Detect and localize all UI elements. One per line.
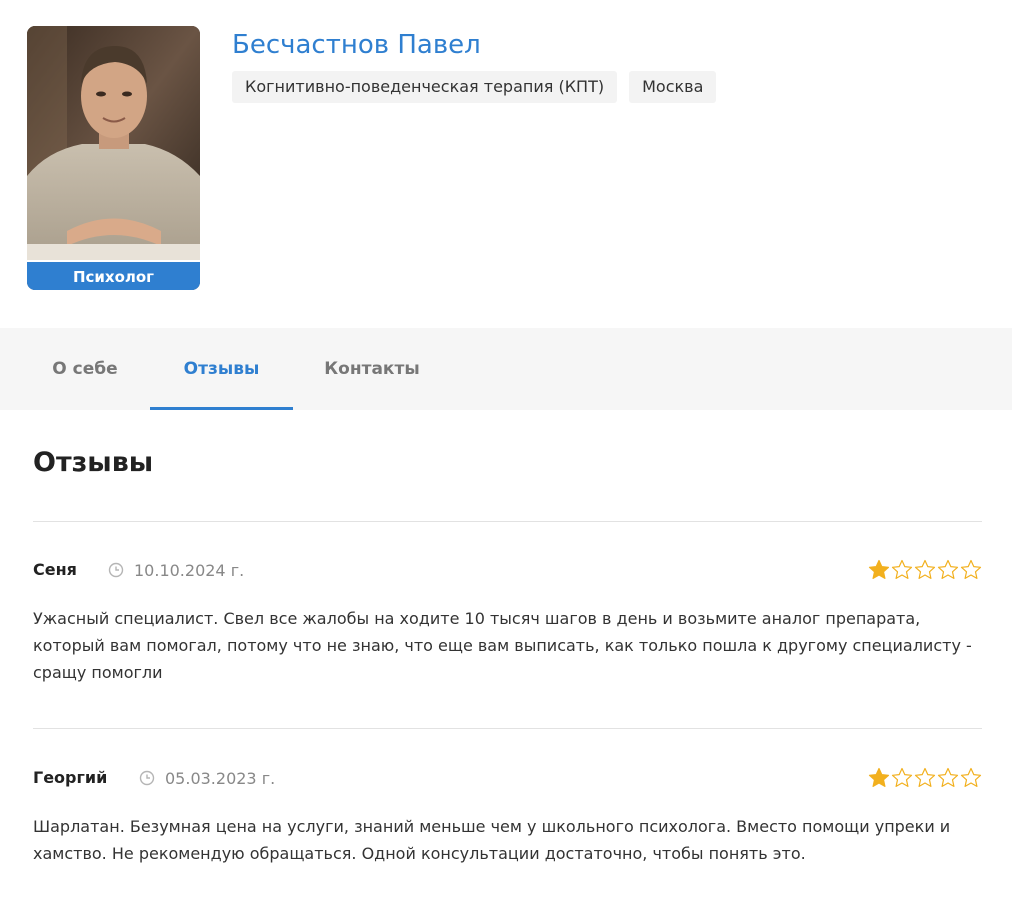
star-empty-icon — [960, 767, 982, 787]
rating-stars — [868, 559, 982, 581]
clock-icon — [108, 562, 124, 578]
profile-tabs: О себе Отзывы Контакты — [0, 328, 1012, 410]
profile-photo — [27, 26, 200, 260]
review-author: Георгий — [33, 768, 108, 787]
star-empty-icon — [891, 767, 913, 787]
tag-city[interactable]: Москва — [629, 71, 717, 103]
rating-stars — [868, 767, 982, 789]
tab-about[interactable]: О себе — [20, 328, 150, 410]
tab-reviews[interactable]: Отзывы — [150, 328, 293, 410]
role-badge: Психолог — [27, 260, 200, 290]
review-date-wrap: 05.03.2023 г. — [139, 763, 275, 793]
review-header: Георгий 05.03.2023 г. — [33, 763, 982, 793]
review-text: Ужасный специалист. Свел все жалобы на х… — [33, 609, 972, 682]
star-empty-icon — [937, 559, 959, 579]
star-empty-icon — [914, 767, 936, 787]
star-filled-icon — [868, 559, 890, 579]
tag-specialization[interactable]: Когнитивно-поведенческая терапия (КПТ) — [232, 71, 618, 103]
star-empty-icon — [891, 559, 913, 579]
review-date-wrap: 10.10.2024 г. — [108, 555, 244, 585]
review-author: Сеня — [33, 560, 77, 579]
review-date: 05.03.2023 г. — [165, 768, 276, 788]
clock-icon — [139, 770, 155, 786]
divider — [33, 728, 982, 729]
review-item: Сеня 10.10.2024 г. Ужасный специалист. С… — [33, 555, 982, 686]
review-text: Шарлатан. Безумная цена на услуги, знани… — [33, 817, 951, 863]
review-item: Георгий 05.03.2023 г. Шарлатан. Безумная… — [33, 763, 982, 867]
star-empty-icon — [914, 559, 936, 579]
divider — [33, 521, 982, 522]
reviews-title: Отзывы — [33, 447, 154, 478]
profile-photo-card[interactable]: Психолог — [27, 26, 200, 290]
profile-header: Психолог Бесчастнов Павел Когнитивно-пов… — [0, 0, 1012, 328]
specialist-name: Бесчастнов Павел — [232, 30, 481, 60]
tab-contacts[interactable]: Контакты — [293, 328, 451, 410]
star-empty-icon — [960, 559, 982, 579]
review-date: 10.10.2024 г. — [134, 560, 245, 580]
star-filled-icon — [868, 767, 890, 787]
star-empty-icon — [937, 767, 959, 787]
review-header: Сеня 10.10.2024 г. — [33, 555, 982, 585]
tags-list: Когнитивно-поведенческая терапия (КПТ) М… — [232, 71, 717, 103]
